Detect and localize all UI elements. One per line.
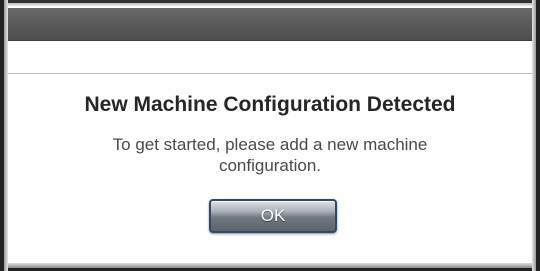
window-edge-bottom	[0, 263, 540, 271]
dialog-message: To get started, please add a new machine…	[70, 134, 470, 176]
ok-button[interactable]: OK	[209, 199, 337, 233]
dialog-message-line2: configuration.	[218, 156, 322, 175]
dialog-heading: New Machine Configuration Detected	[84, 93, 456, 116]
window-edge-top	[0, 0, 540, 6]
ok-button-label: OK	[260, 206, 286, 225]
window-edge-right	[532, 0, 540, 271]
dialog-message-line1: To get started, please add a new machine	[112, 135, 428, 154]
header-divider	[8, 73, 532, 74]
window-edge-left	[0, 0, 8, 271]
window-frame: New Machine Configuration Detected To ge…	[0, 0, 540, 271]
dialog-title-bar	[8, 8, 532, 41]
